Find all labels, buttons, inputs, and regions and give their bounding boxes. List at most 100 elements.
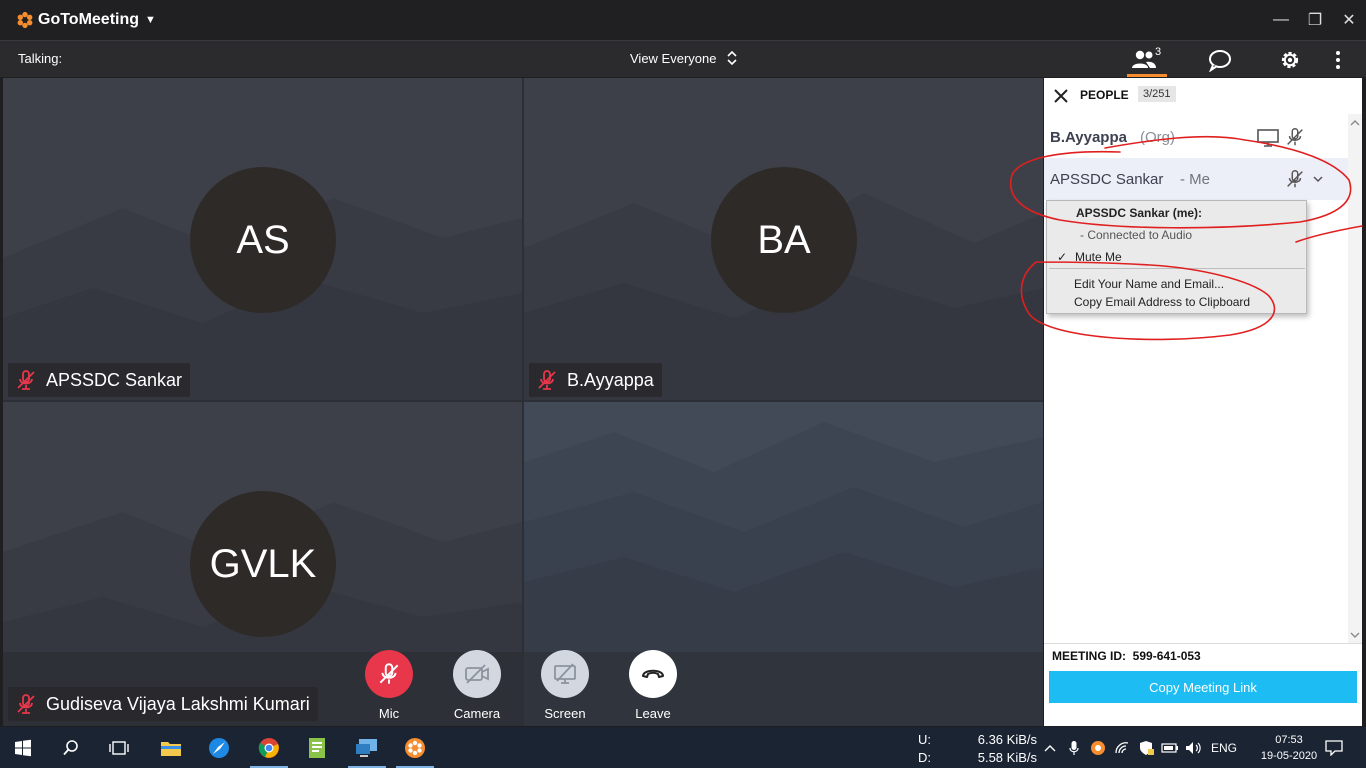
people-list-item[interactable]: B.Ayyappa (Org): [1044, 118, 1348, 158]
updown-chevron-icon: [726, 50, 738, 66]
minimize-icon[interactable]: —: [1264, 0, 1298, 40]
view-selector-label: View Everyone: [630, 50, 717, 66]
divider: [1044, 643, 1362, 644]
search-icon[interactable]: [48, 727, 94, 768]
hangup-icon: [629, 650, 677, 698]
mic-off-icon: [365, 650, 413, 698]
scroll-up-icon: [1350, 120, 1360, 126]
active-tab-indicator: [1127, 74, 1167, 77]
screen-share-icon: [541, 650, 589, 698]
net-labels: U: D:: [918, 731, 931, 767]
video-tile-apssdc-sankar[interactable]: AS APSSDC Sankar: [3, 78, 522, 400]
chat-icon[interactable]: [1207, 47, 1233, 73]
clock-date: 19-05-2020: [1260, 750, 1318, 762]
clock[interactable]: 07:53 19-05-2020: [1252, 732, 1326, 764]
avatar: GVLK: [190, 491, 336, 637]
camera-button[interactable]: Camera: [447, 650, 507, 721]
empty-video-tile: [524, 402, 1043, 726]
avatar: AS: [190, 167, 336, 313]
download-rate: 5.58 KiB/s: [977, 750, 1037, 765]
video-tile-gudiseva[interactable]: GVLK Gudiseva Vijaya Lakshmi Kumari: [3, 402, 522, 726]
people-list-item-me[interactable]: APSSDC Sankar - Me: [1044, 158, 1348, 200]
camera-label: Camera: [453, 706, 501, 721]
people-panel: PEOPLE 3/251 B.Ayyappa (Org) APSSDC Sank…: [1044, 78, 1362, 726]
gotomeeting-taskbar-icon[interactable]: [392, 727, 438, 768]
mic-off-icon: [538, 370, 556, 390]
participant-nametag: Gudiseva Vijaya Lakshmi Kumari: [8, 687, 318, 721]
more-icon[interactable]: [1325, 47, 1351, 73]
participant-name: Gudiseva Vijaya Lakshmi Kumari: [46, 693, 310, 714]
net-rates: 6.36 KiB/s 5.58 KiB/s: [940, 731, 1037, 767]
people-scrollbar[interactable]: [1348, 114, 1362, 644]
close-icon[interactable]: [1050, 85, 1072, 107]
clock-time: 07:53: [1275, 734, 1303, 746]
participant-nametag: B.Ayyappa: [529, 363, 662, 397]
mic-label: Mic: [378, 706, 400, 721]
participant-name: APSSDC Sankar: [46, 369, 183, 390]
windows-taskbar: U: D: 6.36 KiB/s 5.58 KiB/s ENG 07:53 19…: [0, 727, 1366, 768]
person-name: APSSDC Sankar: [1050, 171, 1164, 188]
mic-off-icon: [17, 370, 35, 390]
app-menu[interactable]: GoToMeeting ▼: [16, 11, 156, 29]
people-panel-title: PEOPLE: [1080, 88, 1129, 102]
copy-meeting-link-button[interactable]: Copy Meeting Link: [1049, 671, 1357, 703]
volume-icon[interactable]: [1184, 727, 1204, 768]
mic-off-icon: [1287, 128, 1303, 146]
person-tag: - Me: [1180, 171, 1210, 188]
video-tile-b-ayyappa[interactable]: BA B.Ayyappa: [524, 78, 1043, 400]
meeting-toolbar: Talking: View Everyone 3: [0, 40, 1366, 77]
close-window-icon[interactable]: ✕: [1332, 0, 1366, 40]
file-explorer-icon[interactable]: [148, 727, 194, 768]
screen-label: Screen: [544, 706, 586, 721]
remote-desktop-icon[interactable]: [344, 727, 390, 768]
document-app-icon[interactable]: [294, 727, 340, 768]
tray-expand-icon[interactable]: [1042, 727, 1058, 768]
person-tag: (Org): [1140, 129, 1175, 146]
check-icon: ✓: [1057, 250, 1068, 264]
task-view-icon[interactable]: [96, 727, 142, 768]
restore-icon[interactable]: ❐: [1298, 0, 1332, 40]
chrome-icon[interactable]: [246, 727, 292, 768]
upload-rate: 6.36 KiB/s: [977, 732, 1037, 747]
menu-item-mute-me[interactable]: Mute Me: [1075, 250, 1122, 264]
app-title: GoToMeeting: [38, 11, 140, 28]
mic-off-icon: [17, 694, 35, 714]
language-indicator[interactable]: ENG: [1208, 727, 1240, 768]
people-icon[interactable]: [1131, 47, 1157, 73]
microphone-tray-icon[interactable]: [1064, 727, 1084, 768]
notification-icon[interactable]: [1320, 727, 1348, 768]
menu-header: APSSDC Sankar (me):: [1076, 206, 1203, 220]
video-grid: AS APSSDC Sankar BA B.Ayyappa GVLK Gudis…: [3, 78, 1043, 726]
people-count: 3/251: [1138, 86, 1176, 102]
meeting-id: MEETING ID: 599-641-053: [1052, 649, 1201, 663]
battery-icon[interactable]: [1160, 727, 1180, 768]
camera-off-icon: [453, 650, 501, 698]
leave-button[interactable]: Leave: [623, 650, 683, 721]
wifi-icon[interactable]: [1112, 727, 1132, 768]
security-tray-icon[interactable]: [1136, 727, 1156, 768]
talking-label: Talking:: [18, 51, 63, 66]
scroll-down-icon: [1350, 632, 1360, 638]
app-tray-icon[interactable]: [1088, 727, 1108, 768]
menu-item-edit-name[interactable]: Edit Your Name and Email...: [1074, 277, 1224, 291]
screen-button[interactable]: Screen: [535, 650, 595, 721]
view-selector[interactable]: View Everyone: [630, 50, 738, 66]
upload-label: U:: [918, 732, 931, 747]
mic-off-icon: [1287, 170, 1303, 188]
mic-button[interactable]: Mic: [359, 650, 419, 721]
chevron-down-icon: ▼: [145, 14, 156, 26]
meeting-id-label: MEETING ID:: [1052, 649, 1126, 663]
people-count-badge: 3: [1155, 46, 1162, 58]
monitor-icon: [1257, 129, 1279, 147]
participant-nametag: APSSDC Sankar: [8, 363, 191, 397]
gear-icon[interactable]: [1277, 47, 1303, 73]
title-bar: GoToMeeting ▼ — ❐ ✕: [0, 0, 1366, 40]
meeting-id-value: 599-641-053: [1132, 649, 1201, 663]
windows-start-icon[interactable]: [0, 727, 46, 768]
mountain-backdrop: [524, 402, 1043, 726]
browser-icon[interactable]: [196, 727, 242, 768]
menu-item-copy-email[interactable]: Copy Email Address to Clipboard: [1074, 295, 1250, 309]
menu-separator: [1049, 268, 1305, 269]
gotomeeting-logo-icon: [17, 11, 33, 29]
chevron-down-icon[interactable]: [1312, 173, 1324, 185]
